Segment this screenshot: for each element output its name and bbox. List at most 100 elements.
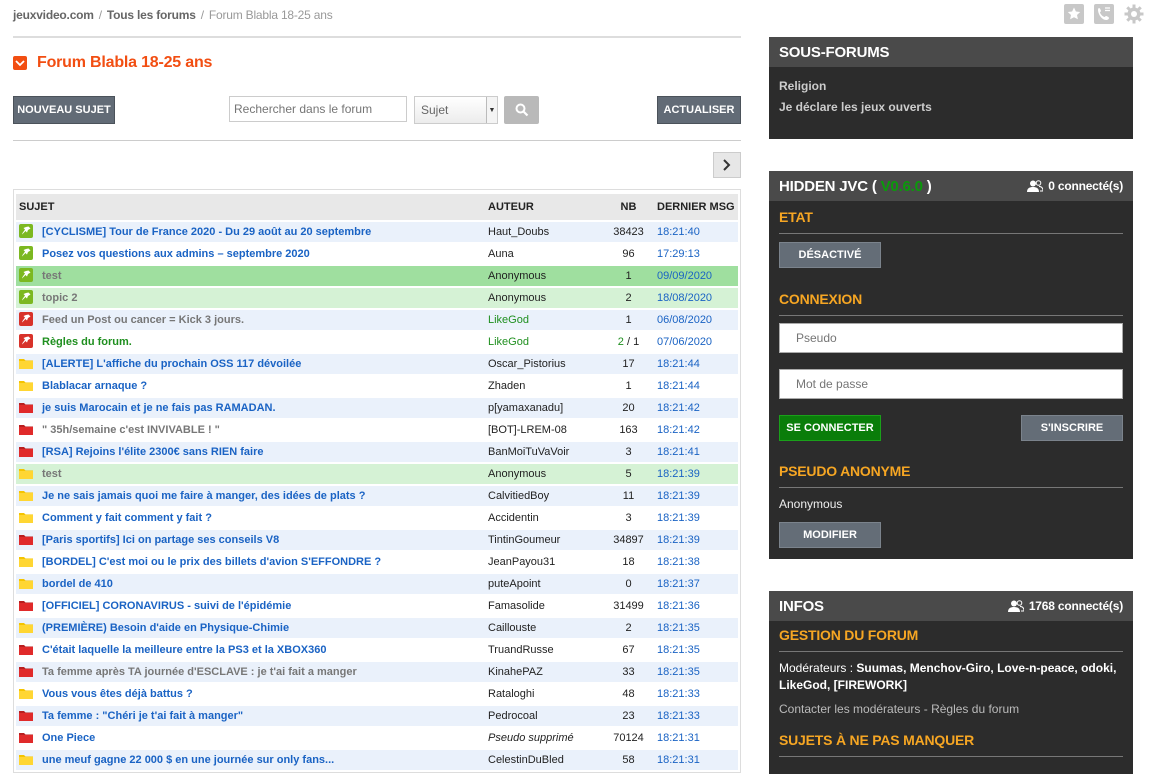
pseudo-field[interactable] [779, 323, 1123, 353]
topic-author[interactable]: Zhaden [485, 376, 603, 396]
last-message-link[interactable]: 18:21:39 [654, 464, 738, 484]
topic-title-link[interactable]: [CYCLISME] Tour de France 2020 - Du 29 a… [39, 222, 485, 242]
table-row[interactable]: [OFFICIEL] CORONAVIRUS - suivi de l'épid… [16, 596, 738, 616]
table-row[interactable]: Posez vos questions aux admins – septemb… [16, 244, 738, 264]
table-row[interactable]: " 35h/semaine c'est INVIVABLE ! " [BOT]-L… [16, 420, 738, 440]
topic-author[interactable]: p[yamaxanadu] [485, 398, 603, 418]
last-message-link[interactable]: 18:21:39 [654, 508, 738, 528]
table-row[interactable]: Comment y fait comment y fait ? Accidenti… [16, 508, 738, 528]
topic-title-link[interactable]: (PREMIÈRE) Besoin d'aide en Physique-Chi… [39, 618, 485, 638]
topic-author[interactable]: BanMoiTuVaVoir [485, 442, 603, 462]
topic-title-link[interactable]: test [39, 266, 485, 286]
table-row[interactable]: One Piece Pseudo supprimé 70124 18:21:31 [16, 728, 738, 748]
topic-author[interactable]: puteApoint [485, 574, 603, 594]
table-row[interactable]: je suis Marocain et je ne fais pas RAMAD… [16, 398, 738, 418]
topic-author[interactable]: Pedrocoal [485, 706, 603, 726]
last-message-link[interactable]: 18/08/2020 [654, 288, 738, 308]
phone-icon[interactable] [1094, 4, 1114, 24]
topic-title-link[interactable]: Ta femme après TA journée d'ESCLAVE : je… [39, 662, 485, 682]
topic-author[interactable]: Anonymous [485, 464, 603, 484]
table-row[interactable]: C'était laquelle la meilleure entre la P… [16, 640, 738, 660]
topic-title-link[interactable]: Feed un Post ou cancer = Kick 3 jours. [39, 310, 485, 330]
last-message-link[interactable]: 18:21:37 [654, 574, 738, 594]
search-scope-select[interactable]: Sujet ▼ [414, 96, 498, 124]
subforum-link[interactable]: Religion [779, 76, 1123, 97]
new-topic-button[interactable]: NOUVEAU SUJET [13, 96, 115, 124]
topic-author[interactable]: LikeGod [485, 332, 603, 352]
star-icon[interactable] [1064, 4, 1084, 24]
table-row[interactable]: test Anonymous 1 09/09/2020 [16, 266, 738, 286]
topic-author[interactable]: CalvitiedBoy [485, 486, 603, 506]
topic-author[interactable]: Accidentin [485, 508, 603, 528]
topic-title-link[interactable]: " 35h/semaine c'est INVIVABLE ! " [39, 420, 485, 440]
table-row[interactable]: Ta femme : "Chéri je t'ai fait à manger"… [16, 706, 738, 726]
topic-title-link[interactable]: Posez vos questions aux admins – septemb… [39, 244, 485, 264]
table-row[interactable]: Vous vous êtes déjà battus ? Rataloghi 48 1… [16, 684, 738, 704]
refresh-button[interactable]: ACTUALISER [657, 96, 741, 124]
last-message-link[interactable]: 17:29:13 [654, 244, 738, 264]
table-row[interactable]: Ta femme après TA journée d'ESCLAVE : je… [16, 662, 738, 682]
last-message-link[interactable]: 18:21:42 [654, 420, 738, 440]
topic-author[interactable]: Pseudo supprimé [485, 728, 603, 748]
topic-title-link[interactable]: Blablacar arnaque ? [39, 376, 485, 396]
topic-title-link[interactable]: Ta femme : "Chéri je t'ai fait à manger" [39, 706, 485, 726]
table-row[interactable]: [Paris sportifs] Ici on partage ses cons… [16, 530, 738, 550]
table-row[interactable]: [RSA] Rejoins l'élite 2300€ sans RIEN fa… [16, 442, 738, 462]
topic-author[interactable]: Famasolide [485, 596, 603, 616]
last-message-link[interactable]: 18:21:33 [654, 706, 738, 726]
last-message-link[interactable]: 18:21:36 [654, 596, 738, 616]
last-message-link[interactable]: 06/08/2020 [654, 310, 738, 330]
last-message-link[interactable]: 18:21:39 [654, 530, 738, 550]
topic-author[interactable]: KinahePAZ [485, 662, 603, 682]
topic-author[interactable]: Caillouste [485, 618, 603, 638]
table-row[interactable]: test Anonymous 5 18:21:39 [16, 464, 738, 484]
topic-author[interactable]: LikeGod [485, 310, 603, 330]
topic-author[interactable]: [BOT]-LREM-08 [485, 420, 603, 440]
next-page-button[interactable] [713, 152, 741, 178]
topic-author[interactable]: Haut_Doubs [485, 222, 603, 242]
topic-title-link[interactable]: je suis Marocain et je ne fais pas RAMAD… [39, 398, 485, 418]
password-field[interactable] [779, 369, 1123, 399]
topic-title-link[interactable]: One Piece [39, 728, 485, 748]
search-button[interactable] [504, 96, 539, 124]
topic-title-link[interactable]: une meuf gagne 22 000 $ en une journée s… [39, 750, 485, 770]
topic-author[interactable]: Anonymous [485, 288, 603, 308]
topic-title-link[interactable]: [Paris sportifs] Ici on partage ses cons… [39, 530, 485, 550]
last-message-link[interactable]: 18:21:44 [654, 354, 738, 374]
chevron-down-icon[interactable] [13, 56, 27, 70]
topic-title-link[interactable]: [OFFICIEL] CORONAVIRUS - suivi de l'épid… [39, 596, 485, 616]
table-row[interactable]: [CYCLISME] Tour de France 2020 - Du 29 a… [16, 222, 738, 242]
last-message-link[interactable]: 18:21:33 [654, 684, 738, 704]
state-toggle-button[interactable]: DÉSACTIVÉ [779, 242, 881, 268]
last-message-link[interactable]: 18:21:31 [654, 728, 738, 748]
topic-author[interactable]: TintinGoumeur [485, 530, 603, 550]
last-message-link[interactable]: 18:21:42 [654, 398, 738, 418]
topic-author[interactable]: CelestinDuBled [485, 750, 603, 770]
last-message-link[interactable]: 18:21:40 [654, 222, 738, 242]
last-message-link[interactable]: 18:21:31 [654, 750, 738, 770]
topic-title-link[interactable]: [ALERTE] L'affiche du prochain OSS 117 d… [39, 354, 485, 374]
topic-author[interactable]: Oscar_Pistorius [485, 354, 603, 374]
topic-title-link[interactable]: [BORDEL] C'est moi ou le prix des billet… [39, 552, 485, 572]
topic-title-link[interactable]: Vous vous êtes déjà battus ? [39, 684, 485, 704]
forum-rules-link[interactable]: Règles du forum [931, 702, 1019, 716]
topic-title-link[interactable]: Règles du forum. [39, 332, 485, 352]
login-button[interactable]: SE CONNECTER [779, 415, 881, 441]
last-message-link[interactable]: 18:21:39 [654, 486, 738, 506]
last-message-link[interactable]: 18:21:41 [654, 442, 738, 462]
last-message-link[interactable]: 18:21:38 [654, 552, 738, 572]
topic-author[interactable]: TruandRusse [485, 640, 603, 660]
gear-icon[interactable] [1124, 4, 1144, 24]
last-message-link[interactable]: 07/06/2020 [654, 332, 738, 352]
table-row[interactable]: une meuf gagne 22 000 $ en une journée s… [16, 750, 738, 770]
last-message-link[interactable]: 18:21:35 [654, 618, 738, 638]
table-row[interactable]: [BORDEL] C'est moi ou le prix des billet… [16, 552, 738, 572]
table-row[interactable]: Je ne sais jamais quoi me faire à manger… [16, 486, 738, 506]
topic-title-link[interactable]: topic 2 [39, 288, 485, 308]
table-row[interactable]: Règles du forum. LikeGod 2 / 1 07/06/2020 [16, 332, 738, 352]
breadcrumb-site-link[interactable]: jeuxvideo.com [13, 8, 94, 22]
topic-author[interactable]: Auna [485, 244, 603, 264]
subforum-link[interactable]: Je déclare les jeux ouverts [779, 97, 1123, 118]
last-message-link[interactable]: 18:21:44 [654, 376, 738, 396]
last-message-link[interactable]: 18:21:35 [654, 662, 738, 682]
